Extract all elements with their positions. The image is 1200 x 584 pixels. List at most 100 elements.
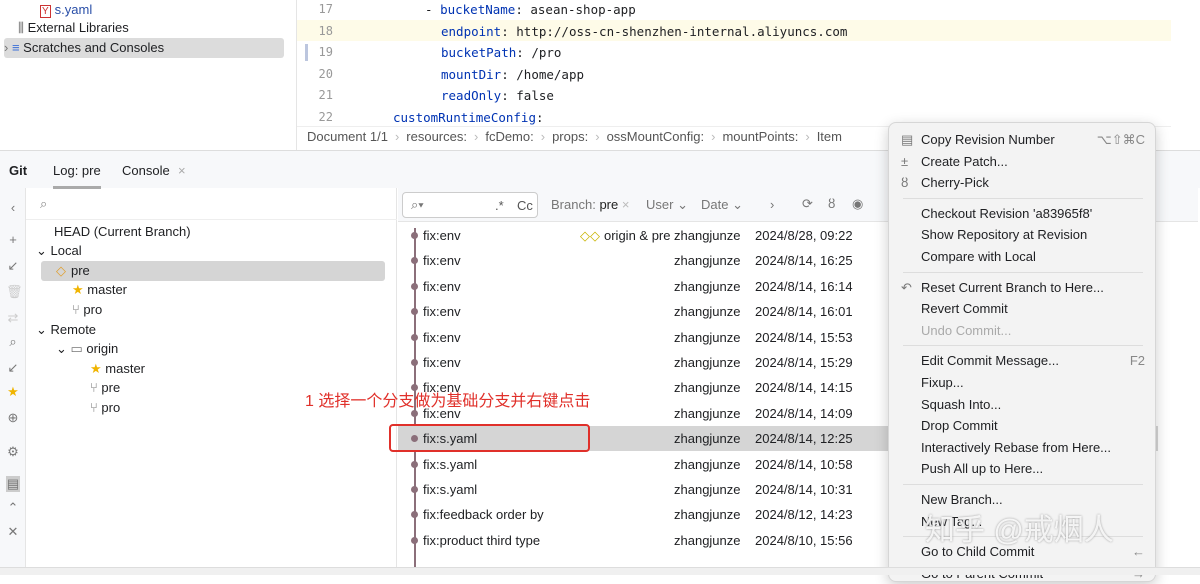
log-search-input[interactable]: ⌕▾ .* Cc	[402, 192, 538, 218]
menu-item[interactable]: Drop Commit	[921, 415, 1145, 436]
delete-icon[interactable]: 🗑	[6, 284, 23, 300]
star-icon[interactable]: ★	[6, 384, 20, 400]
add-icon[interactable]: +	[6, 232, 20, 247]
date-filter[interactable]: Date ⌄	[701, 197, 743, 213]
commit-message: fix:s.yaml	[423, 482, 478, 497]
line-number: 20	[318, 66, 333, 81]
menu-separator	[903, 197, 1143, 199]
menu-item[interactable]: Compare with Local	[921, 246, 1145, 267]
case-toggle[interactable]: Cc	[517, 198, 533, 213]
breadcrumb-item[interactable]: fcDemo:	[485, 129, 533, 144]
breadcrumb-item[interactable]: ossMountConfig:	[607, 129, 705, 144]
close-icon[interactable]: ×	[178, 163, 186, 178]
menu-item[interactable]: ▤ Copy Revision Number ⌥⇧⌘C	[901, 129, 1145, 150]
menu-item[interactable]: ↶ Reset Current Branch to Here...	[901, 277, 1145, 298]
branch-head[interactable]: HEAD (Current Branch)	[54, 222, 191, 242]
breadcrumb-item[interactable]: Document 1/1	[307, 129, 388, 144]
commit-node	[411, 232, 418, 239]
breadcrumb-item[interactable]: mountPoints:	[722, 129, 798, 144]
panel-icon[interactable]: ▤	[6, 476, 20, 492]
git-side-toolbar: ‹ + ↙ 🗑 ⇄ ⌕ ↙ ★ ⊕ ⚙ ▤ ⌃ ✕	[0, 188, 26, 568]
menu-item[interactable]: Push All up to Here...	[921, 458, 1145, 479]
branch-local-pro[interactable]: ⑂ pro	[72, 300, 102, 320]
branch-filter[interactable]: Branch: pre ×	[551, 197, 629, 212]
menu-shortcut: ←	[1132, 544, 1145, 560]
branch-local-master[interactable]: ★ master	[72, 280, 127, 300]
branch-remote-master[interactable]: ★ master	[90, 359, 145, 379]
tab-log[interactable]: Log: pre	[53, 163, 101, 189]
remote-origin[interactable]: ⌄ ▭ origin	[56, 339, 118, 359]
commit-date: 2024/8/14, 14:09	[755, 405, 853, 421]
tree-item-external-libraries[interactable]: ⫼ External Libraries	[18, 18, 129, 38]
remote-group[interactable]: ⌄ Remote	[36, 320, 96, 340]
line-number: 18	[318, 23, 333, 38]
tree-item-scratches[interactable]: › ≡ Scratches and Consoles	[4, 38, 284, 58]
update-icon[interactable]: ↙	[6, 258, 20, 274]
menu-shortcut: ⌥⇧⌘C	[1096, 132, 1145, 147]
commit-message: fix:feedback order by	[423, 507, 544, 523]
breadcrumb-item[interactable]: resources:	[406, 129, 467, 144]
commit-message: fix:env	[423, 329, 461, 345]
commit-date: 2024/8/14, 16:14	[755, 278, 853, 294]
menu-item[interactable]: ± Create Patch...	[901, 151, 1145, 172]
menu-item: Undo Commit...	[921, 322, 1012, 338]
local-group[interactable]: ⌄ Local	[36, 241, 82, 261]
code-line: - bucketName: asean-shop-app	[425, 2, 636, 17]
menu-item[interactable]: Show Repository at Revision	[921, 224, 1145, 245]
code-line: mountDir: /home/app	[441, 66, 585, 82]
code-line: bucketPath: /pro	[441, 45, 562, 60]
breadcrumb-item[interactable]: props:	[552, 129, 588, 144]
menu-separator	[903, 484, 1143, 485]
branch-remote-pre[interactable]: ⑂ pre	[90, 378, 120, 398]
copy-icon: ▤	[901, 132, 914, 147]
code-line: customRuntimeConfig:	[393, 109, 544, 125]
commit-author: zhangjunze	[674, 278, 741, 294]
annotation-highlight-box	[389, 424, 590, 452]
tab-console[interactable]: Console	[122, 163, 170, 178]
expand-icon[interactable]: ⌃	[6, 500, 20, 516]
commit-message: fix:env	[423, 304, 461, 320]
git-title: Git	[9, 163, 28, 178]
collapse-all-icon[interactable]: ✕	[6, 524, 20, 540]
line-number: 17	[318, 2, 333, 16]
commit-node	[411, 511, 418, 519]
commit-date: 2024/8/28, 09:22	[755, 228, 853, 243]
commit-author: zhangjunze	[674, 380, 741, 396]
chevron-right-icon[interactable]: ›	[770, 197, 774, 212]
user-filter[interactable]: User ⌄	[646, 197, 688, 213]
menu-item[interactable]: Edit Commit Message... F2	[921, 350, 1145, 371]
branch-search-input[interactable]: ⌕	[26, 190, 397, 220]
cherry-pick-icon[interactable]: ȣ	[828, 196, 835, 211]
fetch-icon[interactable]: ↙	[6, 360, 20, 376]
menu-item[interactable]: Checkout Revision 'a83965f8'	[921, 203, 1145, 224]
eye-icon[interactable]: ◉	[852, 196, 863, 212]
menu-item[interactable]: Squash Into...	[921, 394, 1145, 415]
target-icon[interactable]: ⊕	[6, 410, 20, 426]
commit-node	[411, 282, 418, 290]
menu-item[interactable]: Fixup...	[921, 372, 1145, 393]
settings-icon[interactable]: ⚙	[6, 444, 20, 460]
compare-icon[interactable]: ⇄	[6, 310, 20, 326]
commit-node	[411, 536, 418, 544]
commit-date: 2024/8/14, 10:58	[755, 456, 853, 472]
search-icon: ⌕▾	[411, 197, 424, 212]
menu-item[interactable]: Revert Commit	[921, 298, 1145, 319]
breadcrumb-item[interactable]: Item	[817, 129, 842, 144]
search-icon[interactable]: ⌕	[6, 334, 20, 350]
commit-author: zhangjunze	[674, 355, 741, 370]
regex-toggle[interactable]: .*	[495, 198, 504, 213]
commit-message: fix:env	[423, 228, 461, 243]
commit-author: zhangjunze	[674, 507, 741, 523]
collapse-icon[interactable]: ‹	[6, 200, 20, 215]
menu-item[interactable]: ȣ Cherry-Pick	[901, 172, 1145, 193]
branch-icon: ⑂	[90, 400, 102, 415]
commit-author: zhangjunze	[674, 304, 741, 320]
refresh-icon[interactable]: ⟳	[802, 196, 813, 212]
branch-local-pre[interactable]: ◇ pre	[41, 261, 385, 281]
commit-message: fix:product third type	[423, 532, 541, 548]
code-line: endpoint: http://oss-cn-shenzhen-interna…	[441, 23, 848, 39]
tree-item-s-yaml[interactable]: Ys.yaml	[40, 0, 92, 20]
branch-remote-pro[interactable]: ⑂ pro	[90, 398, 120, 418]
menu-item[interactable]: Interactively Rebase from Here...	[921, 437, 1145, 458]
patch-icon: ±	[901, 153, 909, 169]
